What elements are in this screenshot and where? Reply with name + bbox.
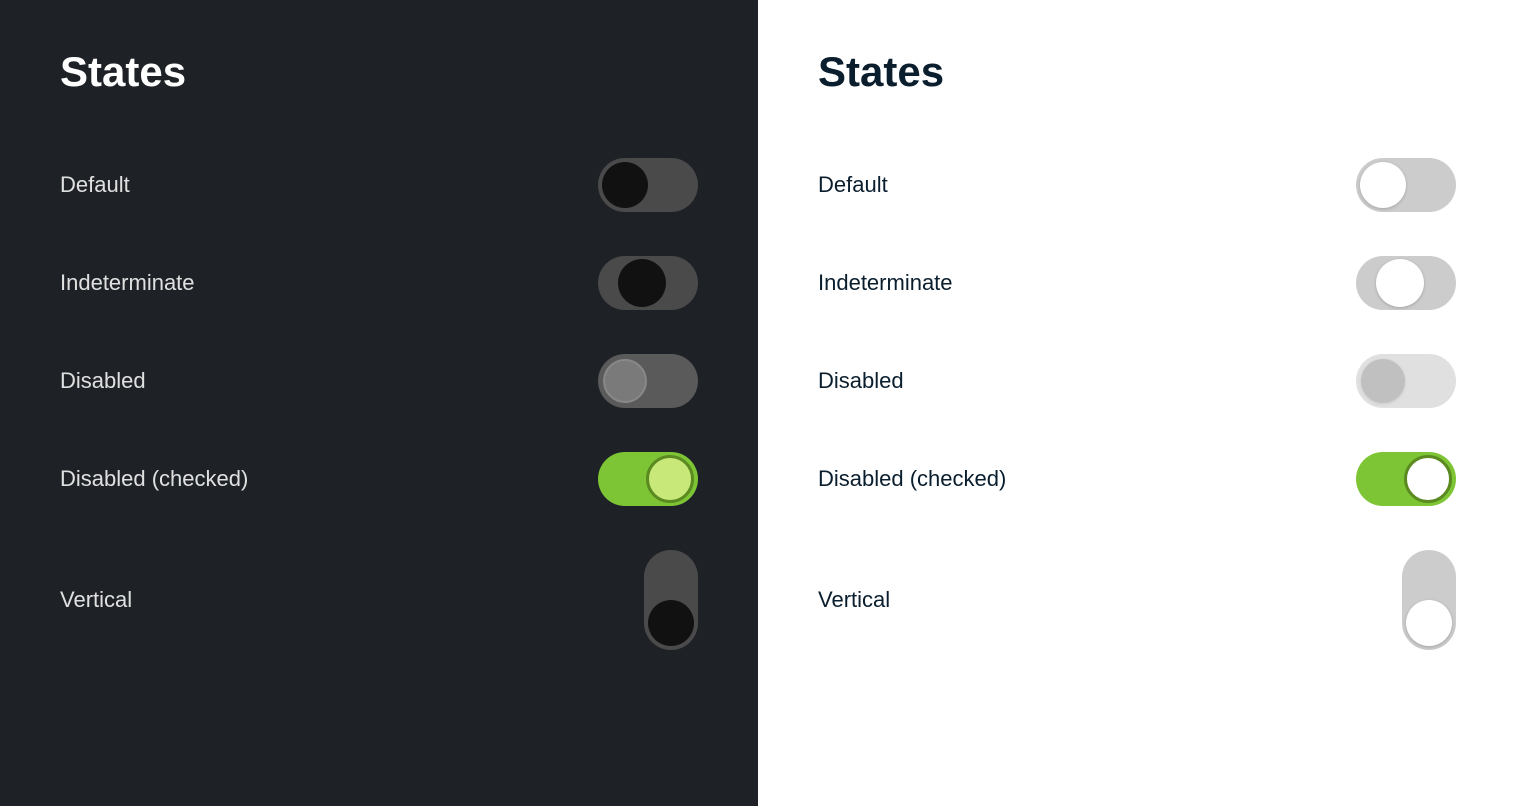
toggle-disabled-light bbox=[1356, 354, 1456, 408]
light-panel: States Default Indeterminate Disabled bbox=[758, 0, 1516, 806]
toggle-disabled-checked-light bbox=[1356, 452, 1456, 506]
state-row-disabled-checked-light: Disabled (checked) bbox=[818, 430, 1456, 528]
toggle-thumb-vertical-light bbox=[1406, 600, 1452, 646]
toggle-vertical-light[interactable] bbox=[1402, 550, 1456, 650]
toggle-thumb-indeterminate-light bbox=[1376, 259, 1424, 307]
toggle-controls-vertical-dark bbox=[578, 550, 698, 650]
toggle-controls-disabled-checked-light bbox=[1336, 452, 1456, 506]
state-row-vertical-light: Vertical bbox=[818, 528, 1456, 672]
toggle-disabled-checked-dark bbox=[598, 452, 698, 506]
toggle-default-dark[interactable] bbox=[598, 158, 698, 212]
toggle-controls-default-light bbox=[1336, 158, 1456, 212]
state-label-vertical-light: Vertical bbox=[818, 587, 890, 613]
toggle-thumb-indeterminate-dark bbox=[618, 259, 666, 307]
toggle-indeterminate-light[interactable] bbox=[1356, 256, 1456, 310]
state-label-default-light: Default bbox=[818, 172, 888, 198]
toggle-controls-indeterminate-dark bbox=[578, 256, 698, 310]
toggle-thumb-disabled-checked-dark bbox=[646, 455, 694, 503]
toggle-controls-disabled-dark bbox=[578, 354, 698, 408]
state-row-disabled-light: Disabled bbox=[818, 332, 1456, 430]
toggle-controls-vertical-light bbox=[1336, 550, 1456, 650]
state-row-disabled-dark: Disabled bbox=[60, 332, 698, 430]
state-label-disabled-dark: Disabled bbox=[60, 368, 146, 394]
toggle-vertical-dark[interactable] bbox=[644, 550, 698, 650]
state-label-default-dark: Default bbox=[60, 172, 130, 198]
toggle-thumb-default-light bbox=[1360, 162, 1406, 208]
state-label-disabled-checked-dark: Disabled (checked) bbox=[60, 466, 248, 492]
toggle-controls-disabled-light bbox=[1336, 354, 1456, 408]
state-label-disabled-checked-light: Disabled (checked) bbox=[818, 466, 1006, 492]
toggle-thumb-disabled-checked-light bbox=[1404, 455, 1452, 503]
toggle-default-light[interactable] bbox=[1356, 158, 1456, 212]
toggle-disabled-dark bbox=[598, 354, 698, 408]
state-label-disabled-light: Disabled bbox=[818, 368, 904, 394]
toggle-controls-disabled-checked-dark bbox=[578, 452, 698, 506]
toggle-indeterminate-dark[interactable] bbox=[598, 256, 698, 310]
state-label-indeterminate-light: Indeterminate bbox=[818, 270, 953, 296]
state-row-default-dark: Default bbox=[60, 136, 698, 234]
state-row-disabled-checked-dark: Disabled (checked) bbox=[60, 430, 698, 528]
toggle-thumb-disabled-light bbox=[1361, 359, 1405, 403]
toggle-thumb-default-dark bbox=[602, 162, 648, 208]
toggle-controls-default-dark bbox=[578, 158, 698, 212]
toggle-controls-indeterminate-light bbox=[1336, 256, 1456, 310]
light-panel-title: States bbox=[818, 48, 1456, 96]
dark-panel-title: States bbox=[60, 48, 698, 96]
state-row-indeterminate-dark: Indeterminate bbox=[60, 234, 698, 332]
state-row-indeterminate-light: Indeterminate bbox=[818, 234, 1456, 332]
toggle-thumb-vertical-dark bbox=[648, 600, 694, 646]
state-label-indeterminate-dark: Indeterminate bbox=[60, 270, 195, 296]
state-label-vertical-dark: Vertical bbox=[60, 587, 132, 613]
state-row-default-light: Default bbox=[818, 136, 1456, 234]
state-row-vertical-dark: Vertical bbox=[60, 528, 698, 672]
toggle-thumb-disabled-dark bbox=[603, 359, 647, 403]
dark-panel: States Default Indeterminate Disabled bbox=[0, 0, 758, 806]
